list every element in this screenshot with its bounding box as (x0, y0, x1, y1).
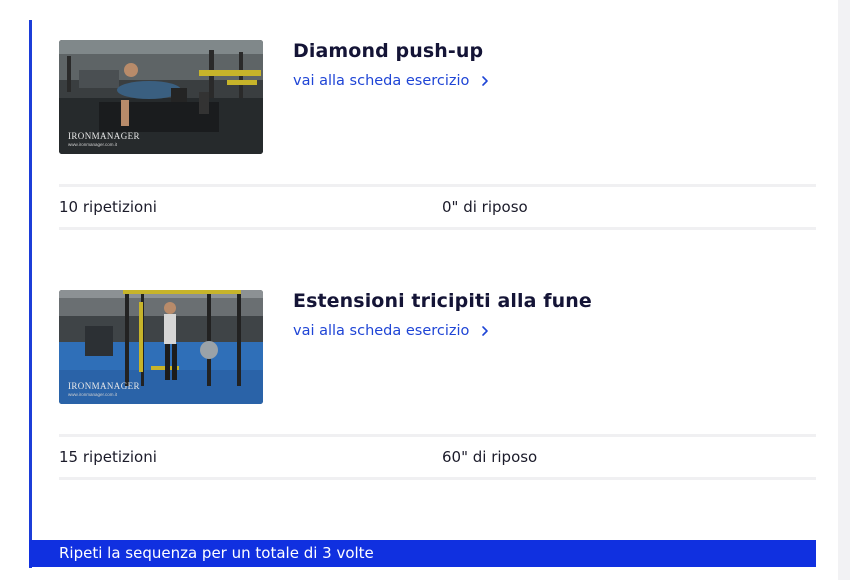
exercise-video-image: IRONMANAGER www.ironmanager.com.it (59, 40, 263, 154)
svg-text:IRONMANAGER: IRONMANAGER (68, 381, 140, 391)
sequence-rail (29, 20, 32, 568)
exercise-thumbnail[interactable]: IRONMANAGER www.ironmanager.com.it (59, 290, 263, 404)
exercise-title: Estensioni tricipiti alla fune (293, 290, 592, 312)
rest-time: 60" di riposo (442, 448, 538, 466)
svg-text:www.ironmanager.com.it: www.ironmanager.com.it (68, 142, 118, 147)
chevron-right-icon (482, 76, 489, 86)
exercise-thumbnail[interactable]: IRONMANAGER www.ironmanager.com.it (59, 40, 263, 154)
divider (59, 184, 816, 187)
repeat-sequence-bar: Ripeti la sequenza per un totale di 3 vo… (29, 540, 816, 567)
workout-card: IRONMANAGER www.ironmanager.com.it Diamo… (0, 0, 838, 580)
exercise-video-image: IRONMANAGER www.ironmanager.com.it (59, 290, 263, 404)
exercise-title: Diamond push-up (293, 40, 484, 62)
repetitions-count: 15 ripetizioni (59, 448, 157, 466)
repetitions-count: 10 ripetizioni (59, 198, 157, 216)
exercise-detail-link[interactable]: vai alla scheda esercizio (293, 73, 490, 89)
repeat-sequence-text: Ripeti la sequenza per un totale di 3 vo… (59, 544, 374, 562)
exercise-detail-link-label: vai alla scheda esercizio (293, 323, 470, 339)
divider (59, 227, 816, 230)
chevron-right-icon (482, 326, 489, 336)
divider (59, 434, 816, 437)
rest-time: 0" di riposo (442, 198, 528, 216)
svg-text:IRONMANAGER: IRONMANAGER (68, 131, 140, 141)
divider (59, 477, 816, 480)
exercise-detail-link-label: vai alla scheda esercizio (293, 73, 470, 89)
svg-text:www.ironmanager.com.it: www.ironmanager.com.it (68, 392, 118, 397)
exercise-detail-link[interactable]: vai alla scheda esercizio (293, 323, 490, 339)
